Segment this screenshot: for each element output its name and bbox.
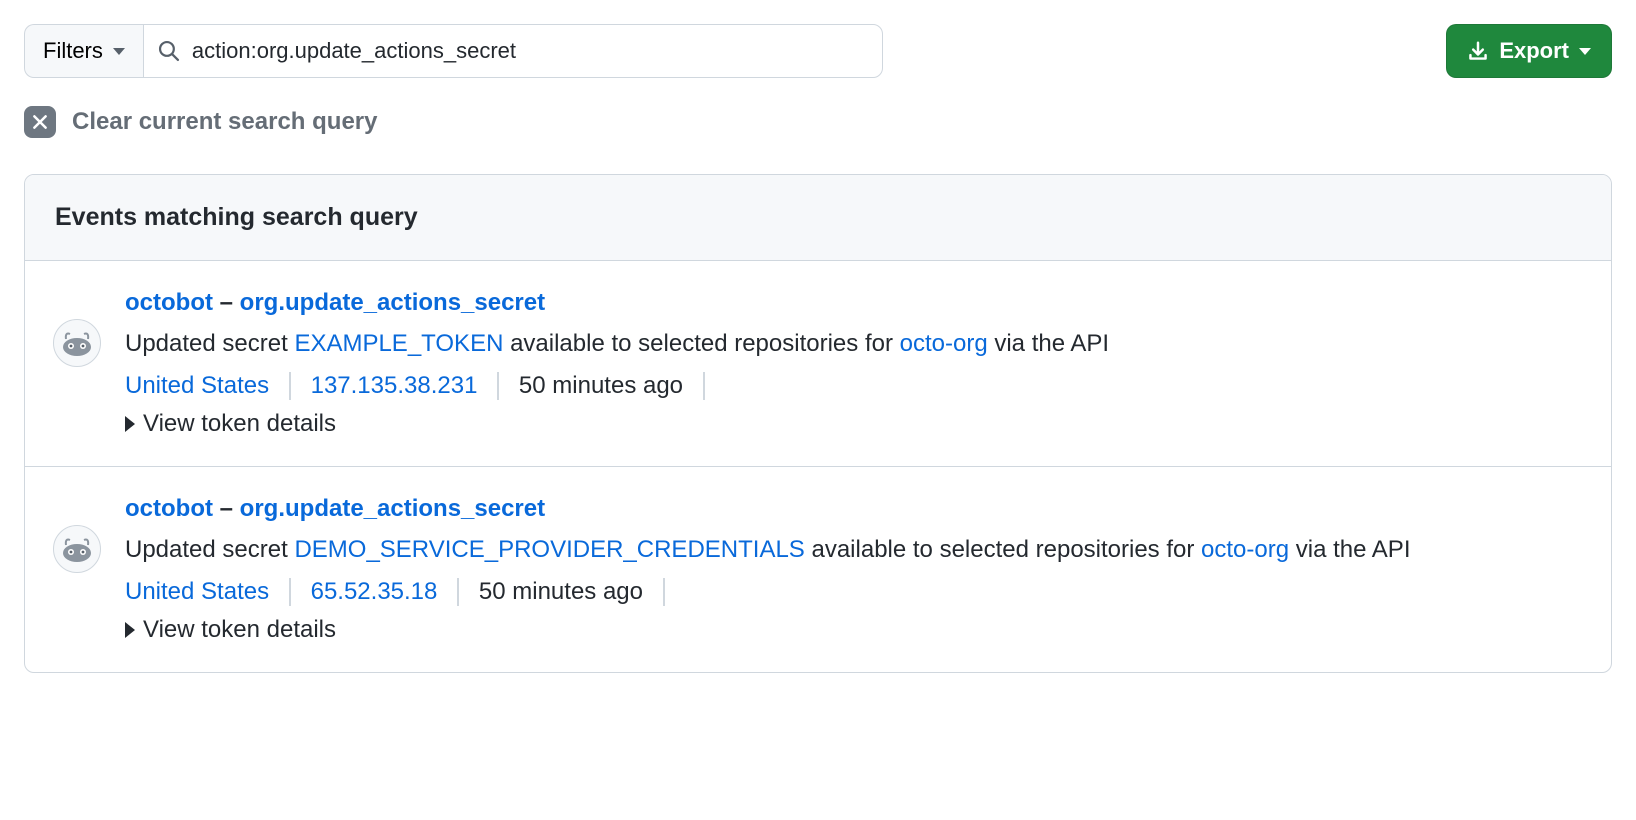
ip-link[interactable]: 65.52.35.18: [311, 578, 438, 606]
ip-link[interactable]: 137.135.38.231: [311, 372, 478, 400]
view-details-label: View token details: [143, 410, 336, 438]
separator: [289, 578, 291, 606]
disclosure-triangle-icon: [125, 622, 135, 638]
chevron-down-icon: [113, 48, 125, 55]
separator: [663, 578, 665, 606]
event-meta: United States 65.52.35.18 50 minutes ago: [125, 578, 1581, 606]
view-details-label: View token details: [143, 616, 336, 644]
event-row: octobot – org.update_actions_secret Upda…: [25, 261, 1611, 467]
timestamp: 50 minutes ago: [479, 578, 643, 606]
location-link[interactable]: United States: [125, 578, 269, 606]
clear-search-button[interactable]: Clear current search query: [24, 106, 1612, 138]
bot-icon: [60, 329, 94, 357]
event-body: octobot – org.update_actions_secret Upda…: [125, 495, 1581, 644]
toolbar: Filters Export: [24, 24, 1612, 78]
event-title: octobot – org.update_actions_secret: [125, 289, 1581, 317]
location-link[interactable]: United States: [125, 372, 269, 400]
export-button[interactable]: Export: [1446, 24, 1612, 78]
org-link[interactable]: octo-org: [900, 330, 988, 357]
results-panel: Events matching search query octobot – o…: [24, 174, 1612, 673]
event-row: octobot – org.update_actions_secret Upda…: [25, 467, 1611, 672]
separator: [457, 578, 459, 606]
event-description: Updated secret EXAMPLE_TOKEN available t…: [125, 325, 1581, 362]
view-details-toggle[interactable]: View token details: [125, 616, 1581, 644]
secret-link[interactable]: DEMO_SERVICE_PROVIDER_CREDENTIALS: [294, 536, 804, 563]
chevron-down-icon: [1579, 48, 1591, 55]
results-header: Events matching search query: [25, 175, 1611, 261]
action-link[interactable]: org.update_actions_secret: [240, 289, 545, 316]
results-title: Events matching search query: [55, 203, 1581, 232]
timestamp: 50 minutes ago: [519, 372, 683, 400]
action-link[interactable]: org.update_actions_secret: [240, 495, 545, 522]
bot-icon: [60, 535, 94, 563]
export-label: Export: [1499, 38, 1569, 64]
filters-label: Filters: [43, 38, 103, 64]
event-meta: United States 137.135.38.231 50 minutes …: [125, 372, 1581, 400]
view-details-toggle[interactable]: View token details: [125, 410, 1581, 438]
search-icon: [158, 40, 180, 62]
event-body: octobot – org.update_actions_secret Upda…: [125, 289, 1581, 438]
filters-button[interactable]: Filters: [24, 24, 143, 78]
separator: [289, 372, 291, 400]
separator: [703, 372, 705, 400]
actor-link[interactable]: octobot: [125, 289, 213, 316]
secret-link[interactable]: EXAMPLE_TOKEN: [294, 330, 503, 357]
separator: [497, 372, 499, 400]
event-description: Updated secret DEMO_SERVICE_PROVIDER_CRE…: [125, 531, 1581, 568]
search-input[interactable]: [192, 38, 868, 64]
disclosure-triangle-icon: [125, 416, 135, 432]
avatar[interactable]: [53, 525, 101, 573]
download-icon: [1467, 40, 1489, 62]
close-icon: [24, 106, 56, 138]
search-field-wrap[interactable]: [143, 24, 883, 78]
actor-link[interactable]: octobot: [125, 495, 213, 522]
clear-search-label: Clear current search query: [72, 108, 377, 136]
event-title: octobot – org.update_actions_secret: [125, 495, 1581, 523]
org-link[interactable]: octo-org: [1201, 536, 1289, 563]
avatar[interactable]: [53, 319, 101, 367]
